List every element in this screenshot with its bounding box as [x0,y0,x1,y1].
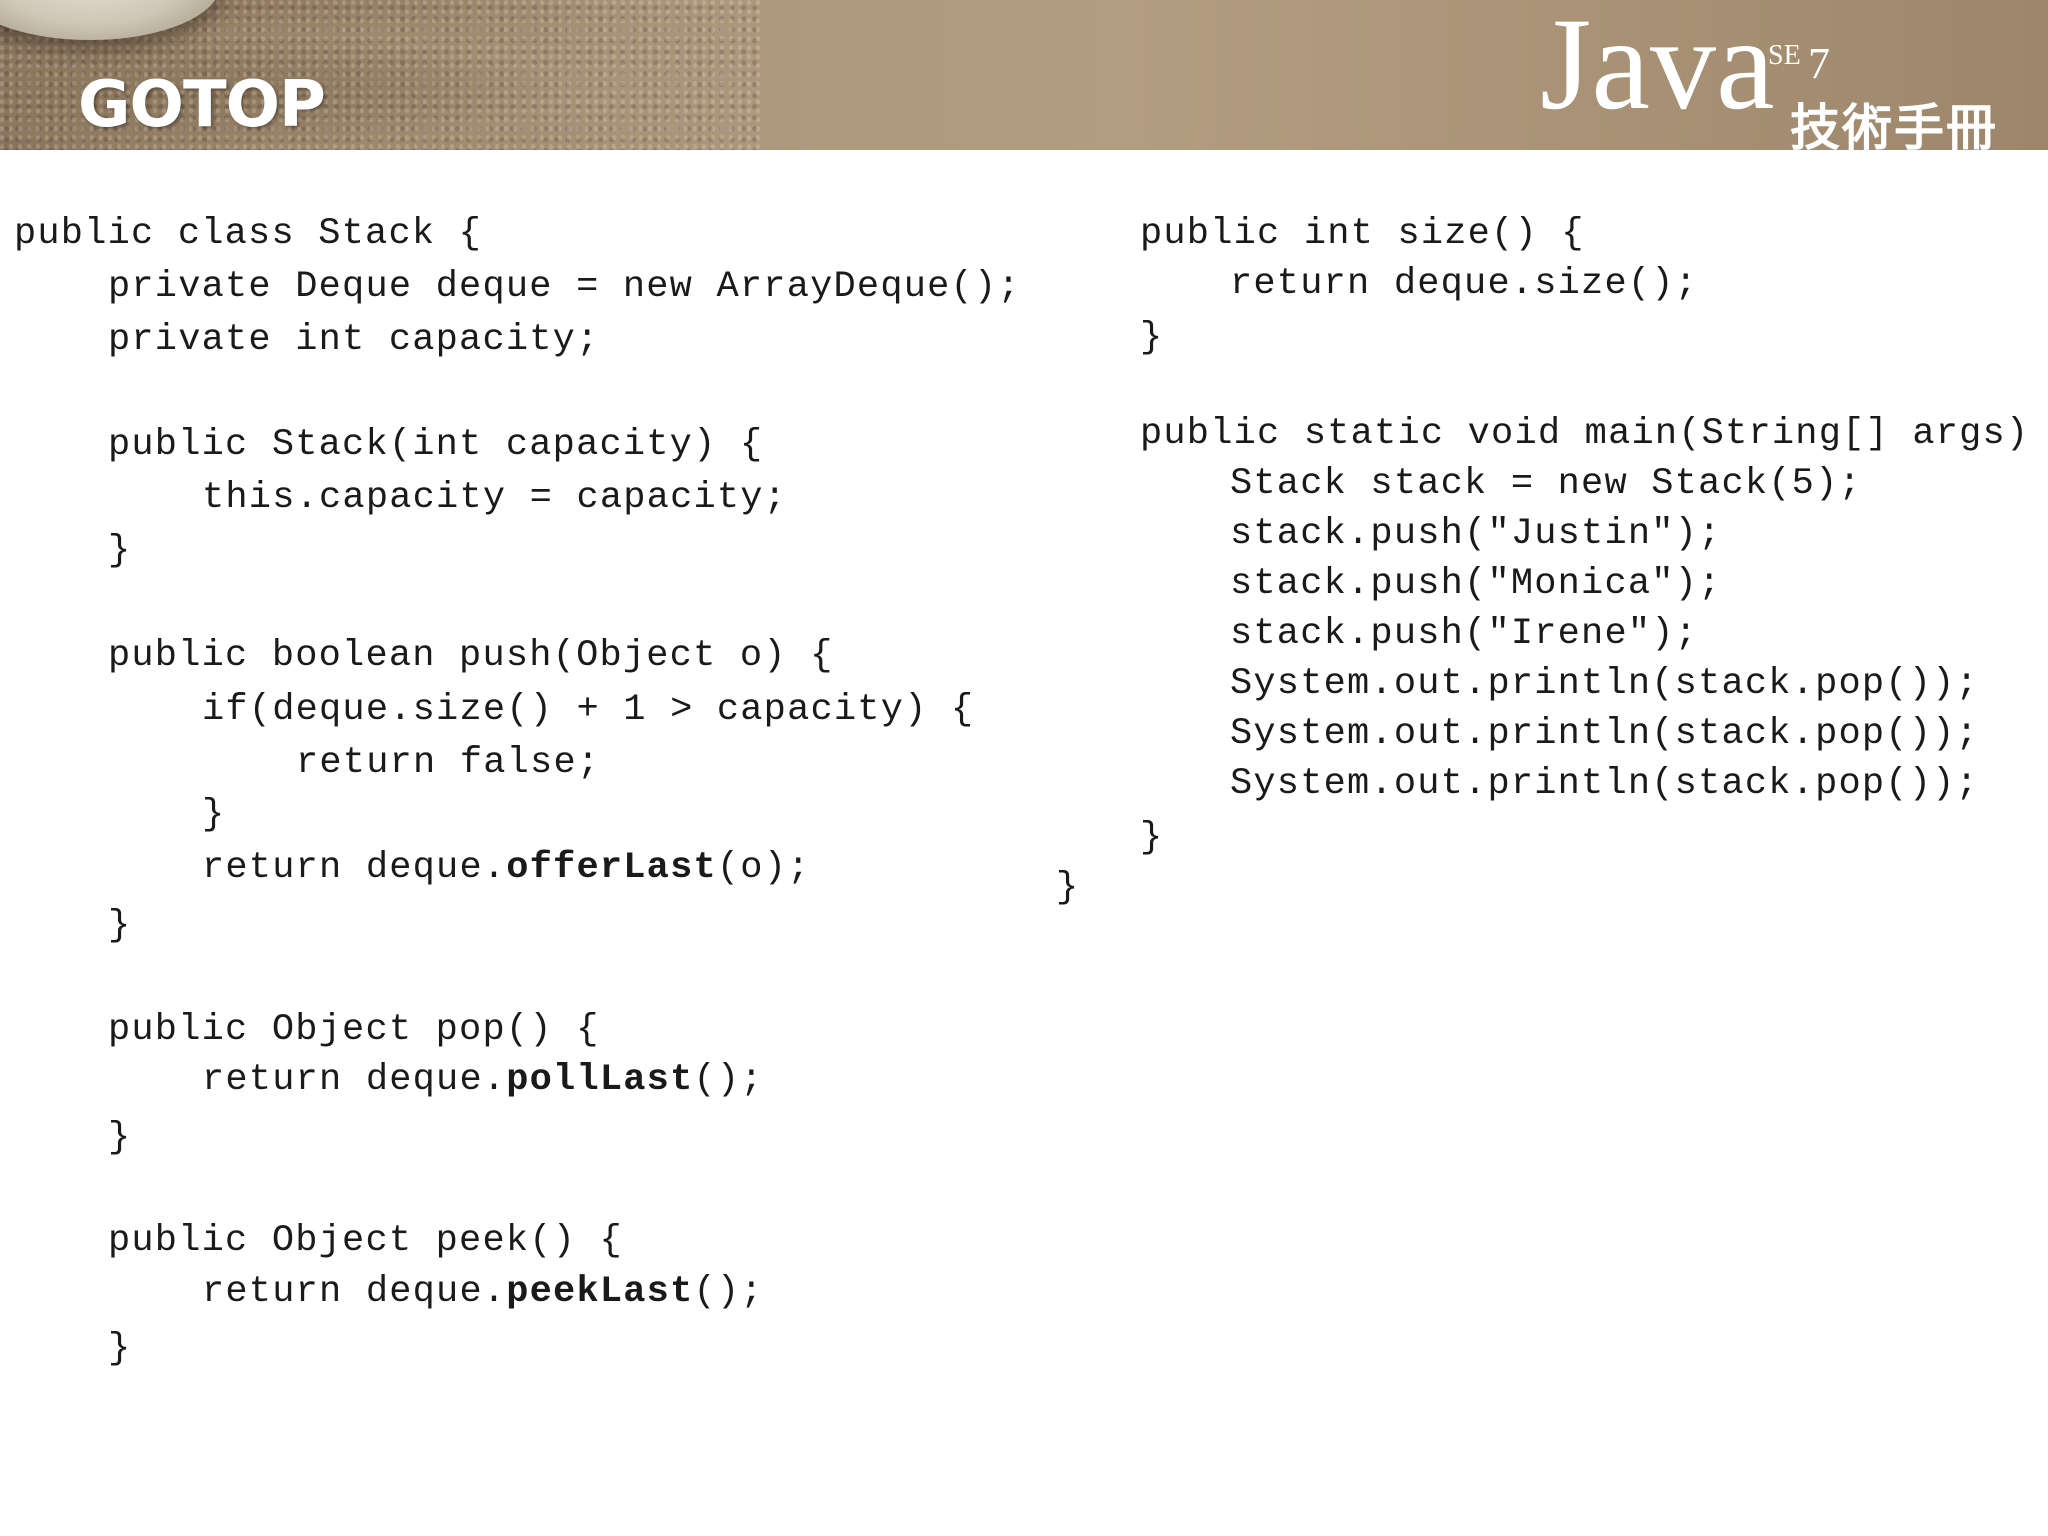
code-line: } [108,904,131,948]
code-line: } [202,793,225,837]
publisher-logo: GOTOP [78,68,326,142]
code-fragment: public Stack(int capacity) { [108,424,764,466]
code-fragment: public boolean push(Object o) { [108,635,834,677]
code-line: public class Stack { [14,212,482,256]
method-name-emphasis: pollLast [506,1059,694,1101]
code-line: public static void main(String[] args) { [1140,412,2048,456]
code-line: System.out.println(stack.pop()); [1230,662,1979,706]
code-fragment: public int size() { [1140,213,1585,255]
code-line: } [1140,316,1163,360]
code-line: return deque.pollLast(); [202,1058,764,1102]
code-listing-left: public class Stack { private Deque deque … [14,212,1020,1392]
code-fragment: return false; [296,742,601,784]
code-line: public int size() { [1140,212,1585,256]
code-fragment: } [1140,317,1164,359]
book-subtitle: 技術手冊 [1790,99,1998,150]
code-fragment: System.out.println(stack.pop()); [1230,713,1979,755]
code-fragment: System.out.println(stack.pop()); [1230,663,1979,705]
code-line: private int capacity; [108,318,599,362]
code-fragment: if(deque.size() + 1 > capacity) { [202,689,975,731]
code-line: public Object pop() { [108,1008,599,1052]
code-line: } [108,1327,131,1371]
code-fragment: } [108,1328,132,1370]
code-line: System.out.println(stack.pop()); [1230,762,1979,806]
code-fragment: stack.push("Justin"); [1230,513,1722,555]
code-fragment: private Deque deque = new ArrayDeque(); [108,266,1021,308]
code-fragment: Stack stack = new Stack(5); [1230,463,1862,505]
method-name-emphasis: peekLast [506,1271,694,1313]
code-fragment: return deque. [202,1059,507,1101]
method-name-emphasis: offerLast [506,847,717,889]
code-line: return deque.offerLast(o); [202,846,811,890]
class-closing-brace: } [1056,867,1080,909]
code-line: if(deque.size() + 1 > capacity) { [202,688,974,732]
book-title-java: Java [1540,0,1775,137]
code-line: stack.push("Justin"); [1230,512,1721,556]
code-fragment: return deque. [202,847,507,889]
code-fragment: this.capacity = capacity; [202,477,788,519]
code-fragment: public static void main(String[] args) { [1140,413,2048,455]
code-line: return deque.peekLast(); [202,1270,764,1314]
code-fragment: public Object peek() { [108,1220,623,1262]
code-line: Stack stack = new Stack(5); [1230,462,1862,506]
code-fragment: return deque. [202,1271,507,1313]
book-edition: SE [1768,40,1801,71]
code-line: this.capacity = capacity; [202,476,787,520]
code-fragment: } [1140,817,1164,859]
code-listing-right: public int size() { return deque.size();}… [1140,212,2040,912]
code-line: private Deque deque = new ArrayDeque(); [108,265,1021,309]
code-line: System.out.println(stack.pop()); [1230,712,1979,756]
code-fragment: } [108,530,132,572]
book-version: 7 [1808,39,1830,88]
code-fragment: } [202,794,226,836]
code-fragment: } [108,905,132,947]
code-fragment: public class Stack { [14,213,483,255]
code-fragment: stack.push("Irene"); [1230,613,1699,655]
code-fragment: stack.push("Monica"); [1230,563,1722,605]
code-fragment: private int capacity; [108,319,600,361]
code-line: public Object peek() { [108,1219,623,1263]
code-line: stack.push("Monica"); [1230,562,1721,606]
code-fragment: (o); [716,847,811,889]
code-line: } [1140,816,1163,860]
code-line: } [108,1116,131,1160]
code-line: return false; [296,741,600,785]
code-fragment: System.out.println(stack.pop()); [1230,763,1979,805]
code-line: public boolean push(Object o) { [108,634,834,678]
code-fragment: (); [693,1059,764,1101]
code-fragment: return deque.size(); [1230,263,1699,305]
code-fragment: } [108,1117,132,1159]
code-fragment: public Object pop() { [108,1009,600,1051]
code-line: stack.push("Irene"); [1230,612,1698,656]
header-banner: GOTOP Java SE 7 技術手冊 [0,0,2048,150]
code-line: public Stack(int capacity) { [108,423,763,467]
code-line: } [108,529,131,573]
code-line: return deque.size(); [1230,262,1698,306]
code-fragment: (); [693,1271,764,1313]
